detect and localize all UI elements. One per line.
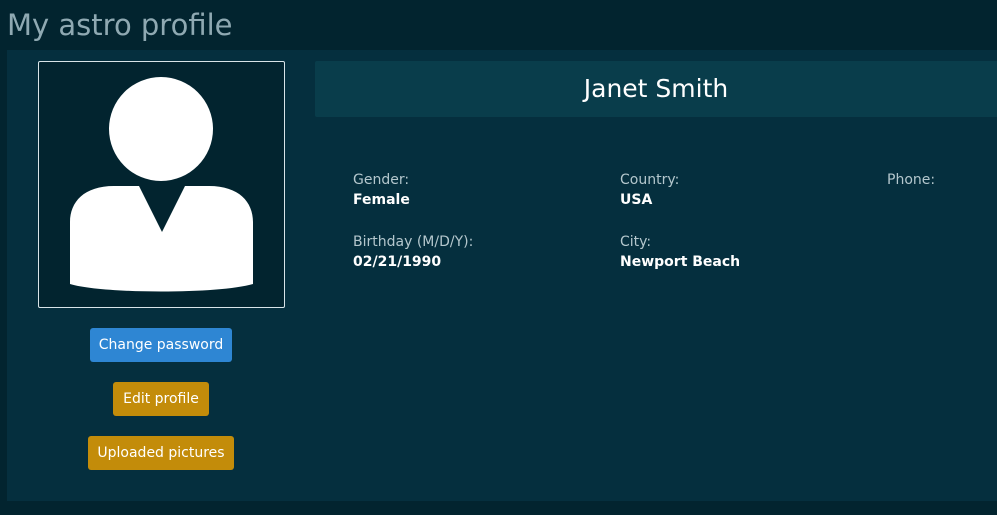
profile-panel: Change password Edit profile Uploaded pi… (7, 50, 997, 501)
country-value: USA (620, 192, 653, 208)
phone-field: Phone: (887, 170, 987, 190)
country-label: Country: (620, 172, 680, 188)
phone-label: Phone: (887, 172, 936, 188)
profile-name: Janet Smith (315, 61, 997, 117)
page-title: My astro profile (7, 8, 233, 42)
edit-profile-button[interactable]: Edit profile (113, 382, 209, 416)
gender-value: Female (353, 192, 410, 208)
user-silhouette-icon (70, 77, 253, 292)
city-field: City: Newport Beach (620, 232, 850, 272)
gender-field: Gender: Female (353, 170, 583, 210)
birthday-field: Birthday (M/D/Y): 02/21/1990 (353, 232, 583, 272)
birthday-label: Birthday (M/D/Y): (353, 234, 474, 250)
city-value: Newport Beach (620, 254, 741, 270)
city-label: City: (620, 234, 652, 250)
change-password-button[interactable]: Change password (90, 328, 232, 362)
avatar (38, 61, 285, 308)
uploaded-pictures-button[interactable]: Uploaded pictures (88, 436, 234, 470)
birthday-value: 02/21/1990 (353, 254, 442, 270)
country-field: Country: USA (620, 170, 850, 210)
gender-label: Gender: (353, 172, 410, 188)
